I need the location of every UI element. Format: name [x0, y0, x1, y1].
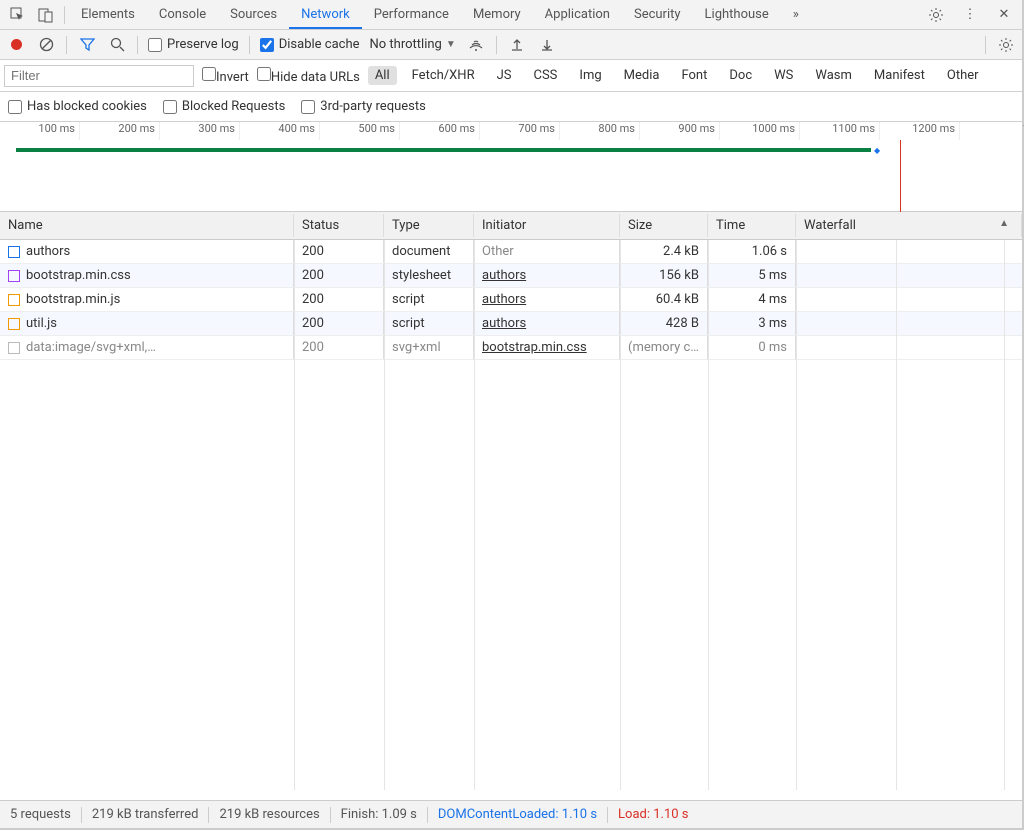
- status-transferred: 219 kB transferred: [92, 807, 199, 822]
- ruler-tick: 1100 ms: [800, 122, 880, 140]
- type-filter-wasm[interactable]: Wasm: [808, 66, 859, 85]
- status-resources: 219 kB resources: [219, 807, 319, 822]
- ruler-tick: 200 ms: [80, 122, 160, 140]
- tab-elements[interactable]: Elements: [69, 1, 147, 28]
- col-name[interactable]: Name: [0, 214, 294, 237]
- ruler-tick: 13: [960, 122, 1024, 140]
- col-status[interactable]: Status: [294, 214, 384, 237]
- file-type-icon: [8, 294, 20, 306]
- invert-checkbox[interactable]: Invert: [202, 67, 249, 85]
- request-row[interactable]: util.js200scriptauthors428 B3 ms: [0, 312, 1022, 336]
- request-row[interactable]: bootstrap.min.js200scriptauthors60.4 kB4…: [0, 288, 1022, 312]
- ruler-tick: 100 ms: [0, 122, 80, 140]
- more-menu-icon[interactable]: ⋮: [956, 1, 984, 29]
- request-row[interactable]: authors200documentOther2.4 kB1.06 s: [0, 240, 1022, 264]
- tab-memory[interactable]: Memory: [461, 1, 533, 28]
- request-row[interactable]: bootstrap.min.css200stylesheetauthors156…: [0, 264, 1022, 288]
- initiator-text: Other: [482, 244, 514, 259]
- settings-gear-icon[interactable]: [922, 1, 950, 29]
- preserve-log-checkbox[interactable]: Preserve log: [148, 37, 239, 52]
- export-har-icon[interactable]: [537, 35, 557, 55]
- throttling-select[interactable]: No throttling ▼: [370, 37, 456, 52]
- col-time[interactable]: Time: [708, 214, 796, 237]
- col-initiator[interactable]: Initiator: [474, 214, 620, 237]
- chevron-down-icon: ▼: [446, 39, 456, 50]
- initiator-link[interactable]: authors: [482, 292, 526, 307]
- tab-security[interactable]: Security: [622, 1, 693, 28]
- status-requests: 5 requests: [10, 807, 71, 822]
- request-row[interactable]: data:image/svg+xml,…200svg+xmlbootstrap.…: [0, 336, 1022, 360]
- type-filter-img[interactable]: Img: [572, 66, 608, 85]
- tab-lighthouse[interactable]: Lighthouse: [693, 1, 781, 28]
- file-type-icon: [8, 318, 20, 330]
- ruler-tick: 400 ms: [240, 122, 320, 140]
- initiator-link[interactable]: authors: [482, 316, 526, 331]
- type-filter-media[interactable]: Media: [617, 66, 667, 85]
- tab-sources[interactable]: Sources: [218, 1, 289, 28]
- sort-asc-icon: ▲: [999, 218, 1009, 229]
- initiator-link[interactable]: authors: [482, 268, 526, 283]
- record-button[interactable]: [6, 35, 26, 55]
- status-finish: Finish: 1.09 s: [341, 807, 417, 822]
- devtools-top-bar: Elements Console Sources Network Perform…: [0, 0, 1022, 30]
- filter-icon[interactable]: [77, 35, 97, 55]
- overview-timeline[interactable]: 100 ms200 ms300 ms400 ms500 ms600 ms700 …: [0, 122, 1022, 212]
- filter-bar-2: Has blocked cookies Blocked Requests 3rd…: [0, 92, 1022, 122]
- tab-console[interactable]: Console: [147, 1, 218, 28]
- ruler-tick: 700 ms: [480, 122, 560, 140]
- blocked-requests-checkbox[interactable]: Blocked Requests: [163, 99, 285, 114]
- network-conditions-icon[interactable]: [466, 35, 486, 55]
- type-filter-other[interactable]: Other: [940, 66, 986, 85]
- file-type-icon: [8, 342, 20, 354]
- tab-application[interactable]: Application: [533, 1, 622, 28]
- clear-button[interactable]: [36, 35, 56, 55]
- type-filter-doc[interactable]: Doc: [722, 66, 759, 85]
- blocked-cookies-checkbox[interactable]: Has blocked cookies: [8, 99, 147, 114]
- type-filter-font[interactable]: Font: [674, 66, 714, 85]
- network-settings-gear-icon[interactable]: [996, 35, 1016, 55]
- type-filter-all[interactable]: All: [368, 66, 397, 85]
- ruler-tick: 800 ms: [560, 122, 640, 140]
- col-waterfall[interactable]: Waterfall▲: [796, 214, 1022, 237]
- device-toolbar-icon[interactable]: [32, 1, 60, 29]
- type-filter-ws[interactable]: WS: [767, 66, 800, 85]
- type-filter-manifest[interactable]: Manifest: [867, 66, 932, 85]
- file-type-icon: [8, 246, 20, 258]
- filter-bar: Invert Hide data URLs All Fetch/XHR JS C…: [0, 60, 1022, 92]
- close-devtools-icon[interactable]: ✕: [990, 1, 1018, 29]
- status-bar: 5 requests 219 kB transferred 219 kB res…: [0, 800, 1022, 828]
- type-filter-js[interactable]: JS: [490, 66, 519, 85]
- col-type[interactable]: Type: [384, 214, 474, 237]
- ruler-tick: 300 ms: [160, 122, 240, 140]
- ruler-tick: 500 ms: [320, 122, 400, 140]
- third-party-checkbox[interactable]: 3rd-party requests: [301, 99, 426, 114]
- ruler-tick: 600 ms: [400, 122, 480, 140]
- table-header: Name Status Type Initiator Size Time Wat…: [0, 212, 1022, 240]
- hide-data-urls-checkbox[interactable]: Hide data URLs: [257, 67, 360, 85]
- network-toolbar: Preserve log Disable cache No throttling…: [0, 30, 1022, 60]
- status-domcontentloaded: DOMContentLoaded: 1.10 s: [438, 807, 597, 822]
- inspect-element-icon[interactable]: [4, 1, 32, 29]
- type-filter-fetch[interactable]: Fetch/XHR: [405, 66, 482, 85]
- tab-performance[interactable]: Performance: [362, 1, 461, 28]
- search-icon[interactable]: [107, 35, 127, 55]
- type-filter-css[interactable]: CSS: [527, 66, 565, 85]
- ruler-tick: 900 ms: [640, 122, 720, 140]
- col-size[interactable]: Size: [620, 214, 708, 237]
- tab-network[interactable]: Network: [289, 1, 362, 28]
- ruler-tick: 1000 ms: [720, 122, 800, 140]
- requests-table: authors200documentOther2.4 kB1.06 sboots…: [0, 240, 1022, 790]
- status-load: Load: 1.10 s: [618, 807, 688, 822]
- tab-overflow[interactable]: »: [781, 1, 811, 28]
- filter-input[interactable]: [4, 65, 194, 87]
- import-har-icon[interactable]: [507, 35, 527, 55]
- file-type-icon: [8, 270, 20, 282]
- initiator-link[interactable]: bootstrap.min.css: [482, 340, 587, 355]
- disable-cache-checkbox[interactable]: Disable cache: [260, 37, 360, 52]
- ruler-tick: 1200 ms: [880, 122, 960, 140]
- panel-tabs: Elements Console Sources Network Perform…: [69, 1, 922, 28]
